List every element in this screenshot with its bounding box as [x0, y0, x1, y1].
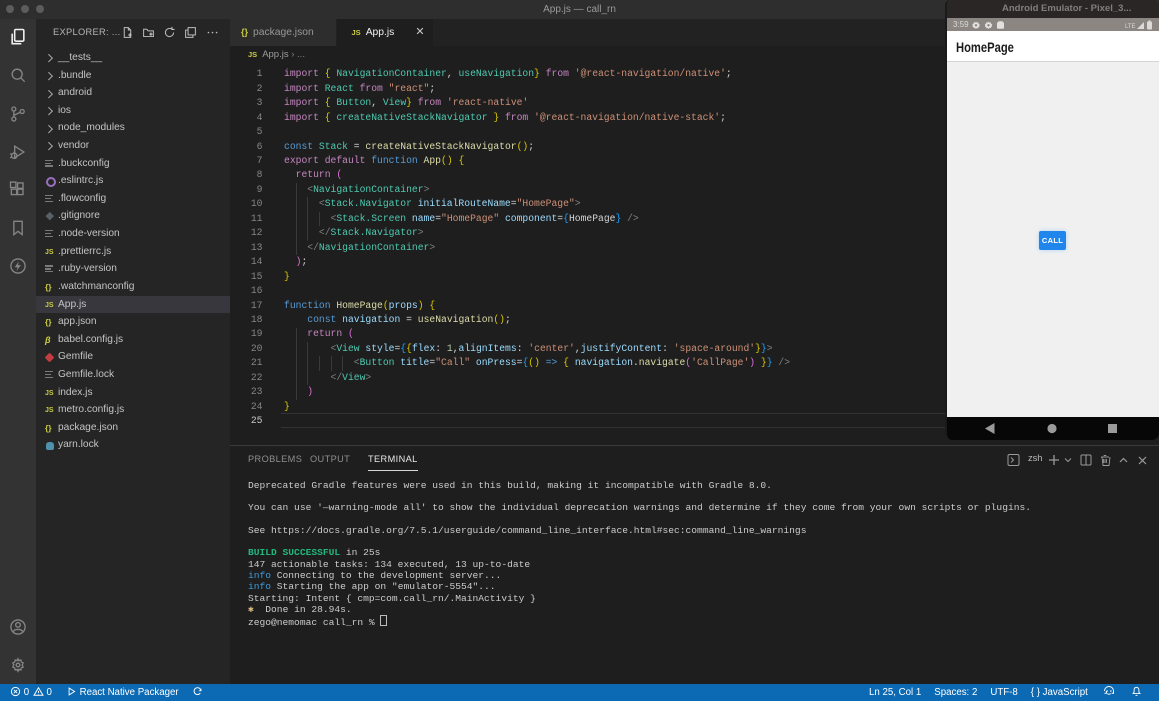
svg-text:LTE: LTE	[1125, 24, 1136, 30]
